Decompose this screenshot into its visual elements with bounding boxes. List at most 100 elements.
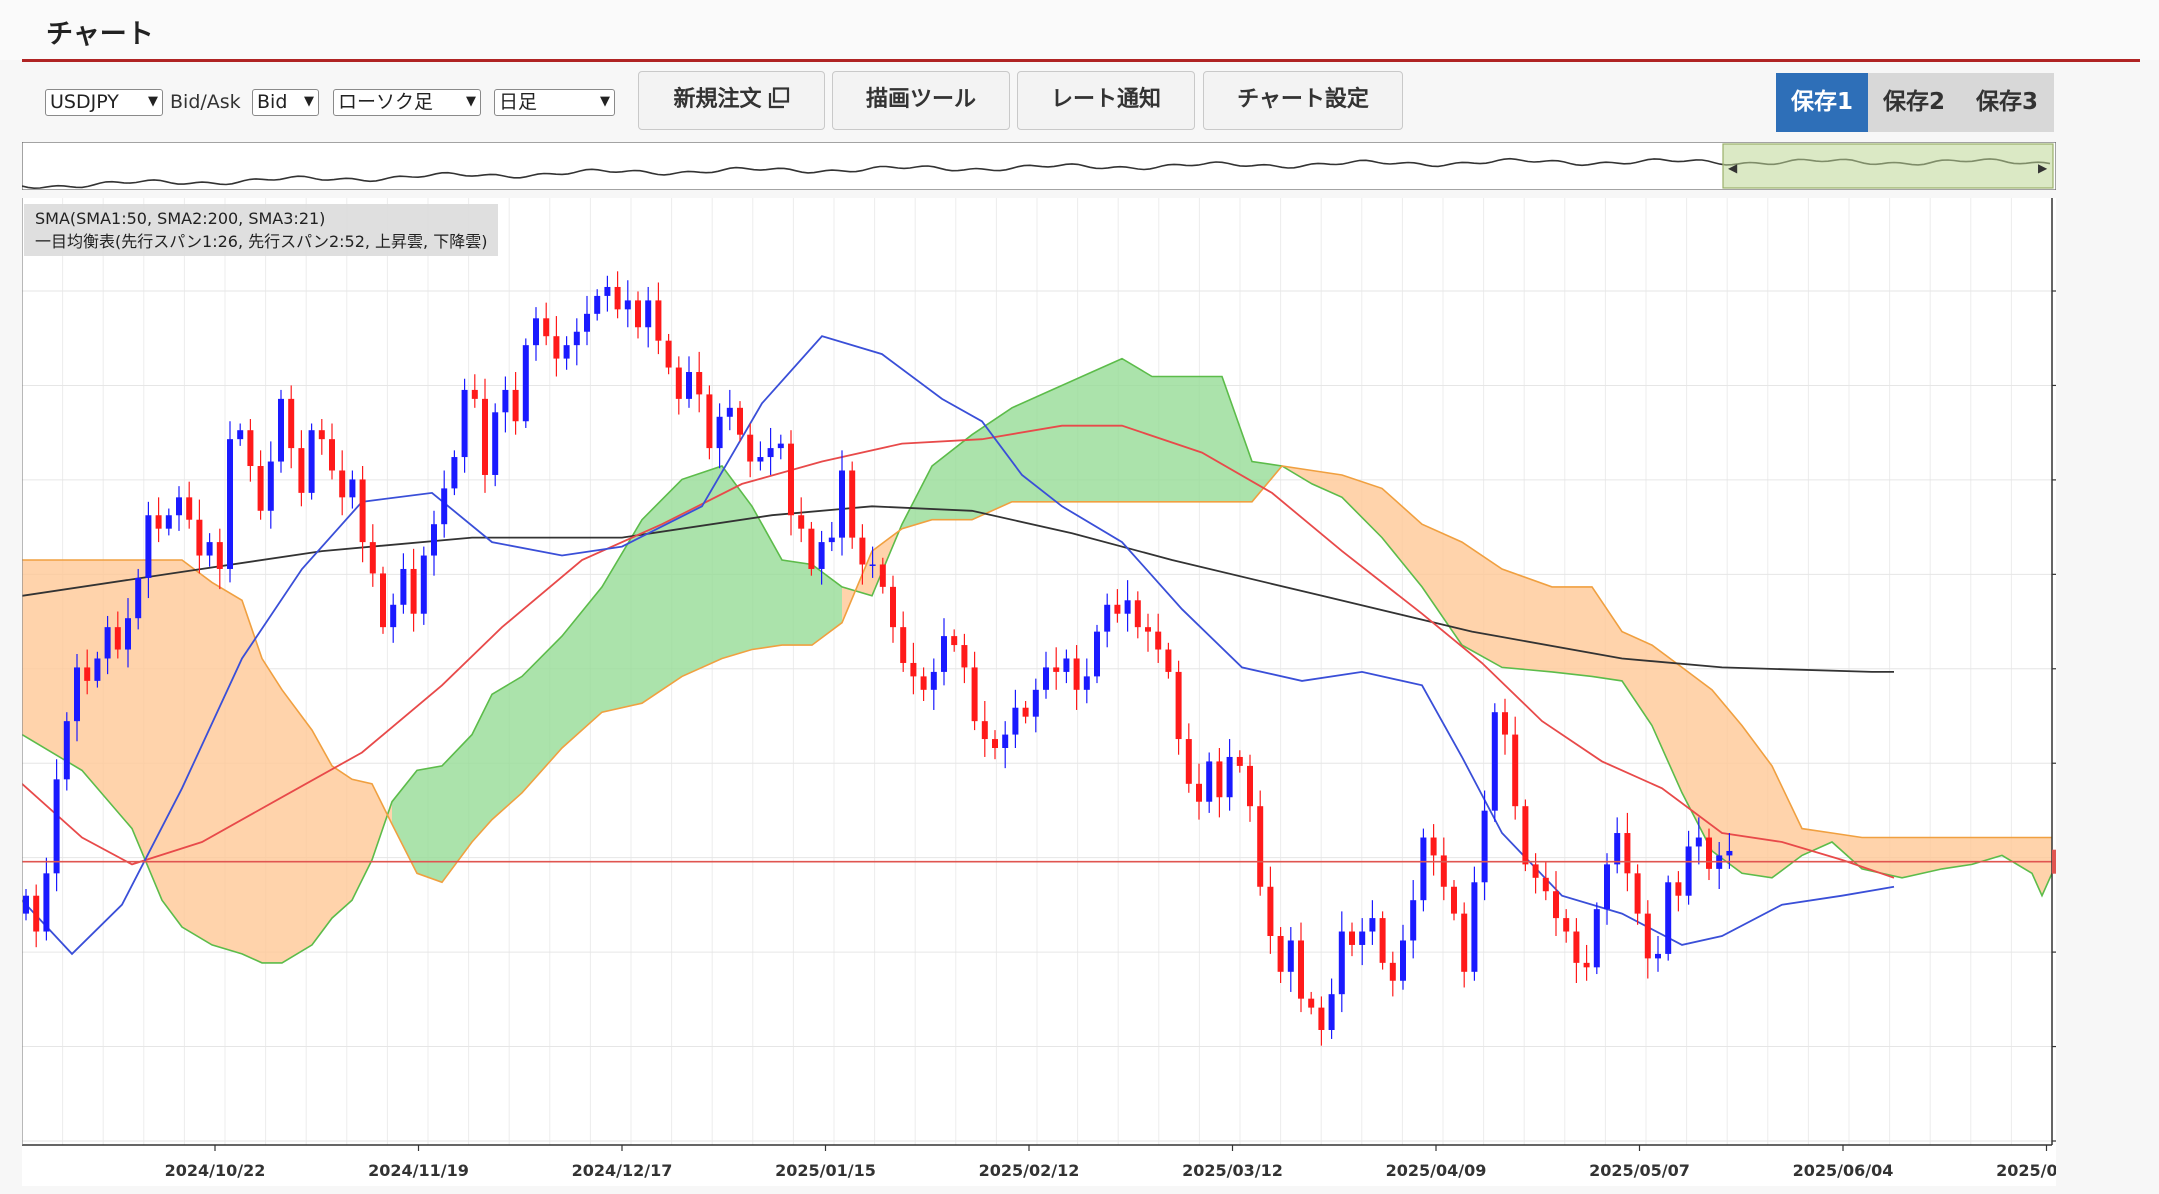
- candle-down: [1461, 913, 1468, 972]
- candle-up: [94, 658, 101, 681]
- candle-down: [1022, 707, 1029, 717]
- candle-down: [186, 497, 193, 520]
- candle-up: [563, 345, 570, 359]
- candle-down: [1145, 627, 1151, 632]
- candle-down: [675, 367, 682, 399]
- save-slot-3-button[interactable]: 保存3: [1960, 73, 2054, 132]
- candle-down: [318, 430, 325, 440]
- header-bar: [0, 0, 2159, 60]
- candle-up: [533, 318, 539, 346]
- candle-up: [451, 457, 458, 489]
- ichimoku-cloud-up: [1052, 372, 1092, 502]
- candle-down: [920, 676, 927, 690]
- symbol-select[interactable]: USDJPY ▼: [45, 89, 163, 116]
- candle-down: [879, 564, 886, 587]
- chevron-down-icon: ▼: [466, 94, 476, 109]
- candle-down: [33, 895, 40, 932]
- candle-up: [1012, 707, 1019, 735]
- candle-down: [1185, 739, 1192, 784]
- candle-up: [165, 515, 172, 529]
- candle-down: [1267, 886, 1274, 936]
- x-tick-label: 2025/05/07: [1589, 1161, 1690, 1180]
- price-chart-canvas[interactable]: 157.81155.70153.59151.48149.37147.26145.…: [22, 198, 2056, 1186]
- candle-up: [1328, 994, 1335, 1030]
- x-tick-label: 2024/10/22: [165, 1161, 266, 1180]
- candle-up: [1002, 734, 1009, 749]
- candle-up: [624, 300, 631, 310]
- candle-down: [155, 515, 162, 529]
- candle-down: [1257, 806, 1264, 887]
- candle-up: [828, 537, 835, 543]
- drawing-tools-button[interactable]: 描画ツール: [832, 71, 1010, 130]
- price-chart[interactable]: 157.81155.70153.59151.48149.37147.26145.…: [22, 198, 2056, 1186]
- range-navigator[interactable]: ◀ ▶: [22, 142, 2056, 190]
- candle-up: [23, 895, 29, 914]
- candle-up: [594, 295, 601, 314]
- candle-up: [1695, 837, 1702, 847]
- x-tick-label: 2025/04/09: [1386, 1161, 1487, 1180]
- candle-down: [981, 721, 988, 740]
- candle-down: [1563, 918, 1570, 932]
- x-tick-label: 2024/12/17: [572, 1161, 673, 1180]
- period-select[interactable]: 日足 ▼: [494, 89, 615, 116]
- ichimoku-cloud-down: [1552, 586, 1592, 677]
- candle-up: [53, 779, 60, 874]
- candle-up: [1226, 756, 1233, 798]
- candle-up: [573, 331, 580, 346]
- candle-up: [145, 515, 152, 578]
- candle-down: [910, 662, 917, 677]
- save-slot-2-button[interactable]: 保存2: [1868, 73, 1960, 132]
- candle-up: [206, 542, 213, 556]
- candle-up: [1043, 667, 1049, 690]
- candle-down: [84, 667, 91, 681]
- page-title: チャート: [46, 19, 154, 50]
- candle-down: [1553, 891, 1559, 919]
- candle-down: [369, 542, 376, 574]
- chart-settings-button[interactable]: チャート設定: [1203, 71, 1403, 130]
- candle-down: [1451, 886, 1457, 914]
- navigator-left-arrow-icon: ◀: [1728, 161, 1738, 175]
- candle-up: [1665, 882, 1672, 954]
- bidask-select[interactable]: Bid ▼: [252, 89, 319, 116]
- x-tick-label: 2024/11/19: [368, 1161, 469, 1180]
- candle-up: [390, 604, 397, 628]
- candle-down: [1542, 877, 1549, 892]
- candle-down: [1573, 931, 1580, 963]
- rate-alert-label: レート通知: [1050, 87, 1161, 112]
- candle-down: [1134, 600, 1141, 628]
- x-tick-label: 2025/02/12: [979, 1161, 1080, 1180]
- new-order-button[interactable]: 新規注文: [638, 71, 825, 130]
- candle-up: [278, 398, 284, 462]
- candle-up: [839, 470, 845, 538]
- chart-type-select[interactable]: ローソク足 ▼: [333, 89, 481, 116]
- candle-down: [614, 286, 621, 310]
- candle-up: [777, 443, 784, 449]
- candle-up: [125, 618, 131, 650]
- candle-down: [482, 398, 488, 475]
- candle-down: [1522, 806, 1529, 865]
- legend-sma-line: SMA(SMA1:50, SMA2:200, SMA3:21): [35, 209, 326, 228]
- candle-up: [1726, 850, 1733, 856]
- period-select-value: 日足: [499, 91, 538, 113]
- candle-up: [176, 497, 182, 516]
- ichimoku-cloud-up: [782, 560, 812, 646]
- candle-up: [1063, 658, 1070, 672]
- candle-up: [818, 542, 825, 569]
- candle-up: [1104, 604, 1111, 632]
- candle-up: [63, 721, 70, 780]
- candle-down: [1236, 756, 1243, 766]
- candle-up: [645, 300, 652, 328]
- save-slot-1-button[interactable]: 保存1: [1776, 73, 1868, 132]
- candle-down: [961, 645, 968, 668]
- navigator-window: [1722, 143, 2054, 189]
- candle-down: [737, 407, 743, 435]
- candle-down: [1308, 998, 1315, 1008]
- rate-alert-button[interactable]: レート通知: [1017, 71, 1195, 130]
- candle-up: [584, 313, 590, 332]
- external-window-icon: [768, 87, 789, 109]
- candle-up: [420, 555, 427, 614]
- candle-up: [349, 479, 356, 498]
- candle-down: [1675, 882, 1682, 896]
- candle-down: [1298, 940, 1304, 999]
- ichimoku-cloud-down: [212, 582, 242, 954]
